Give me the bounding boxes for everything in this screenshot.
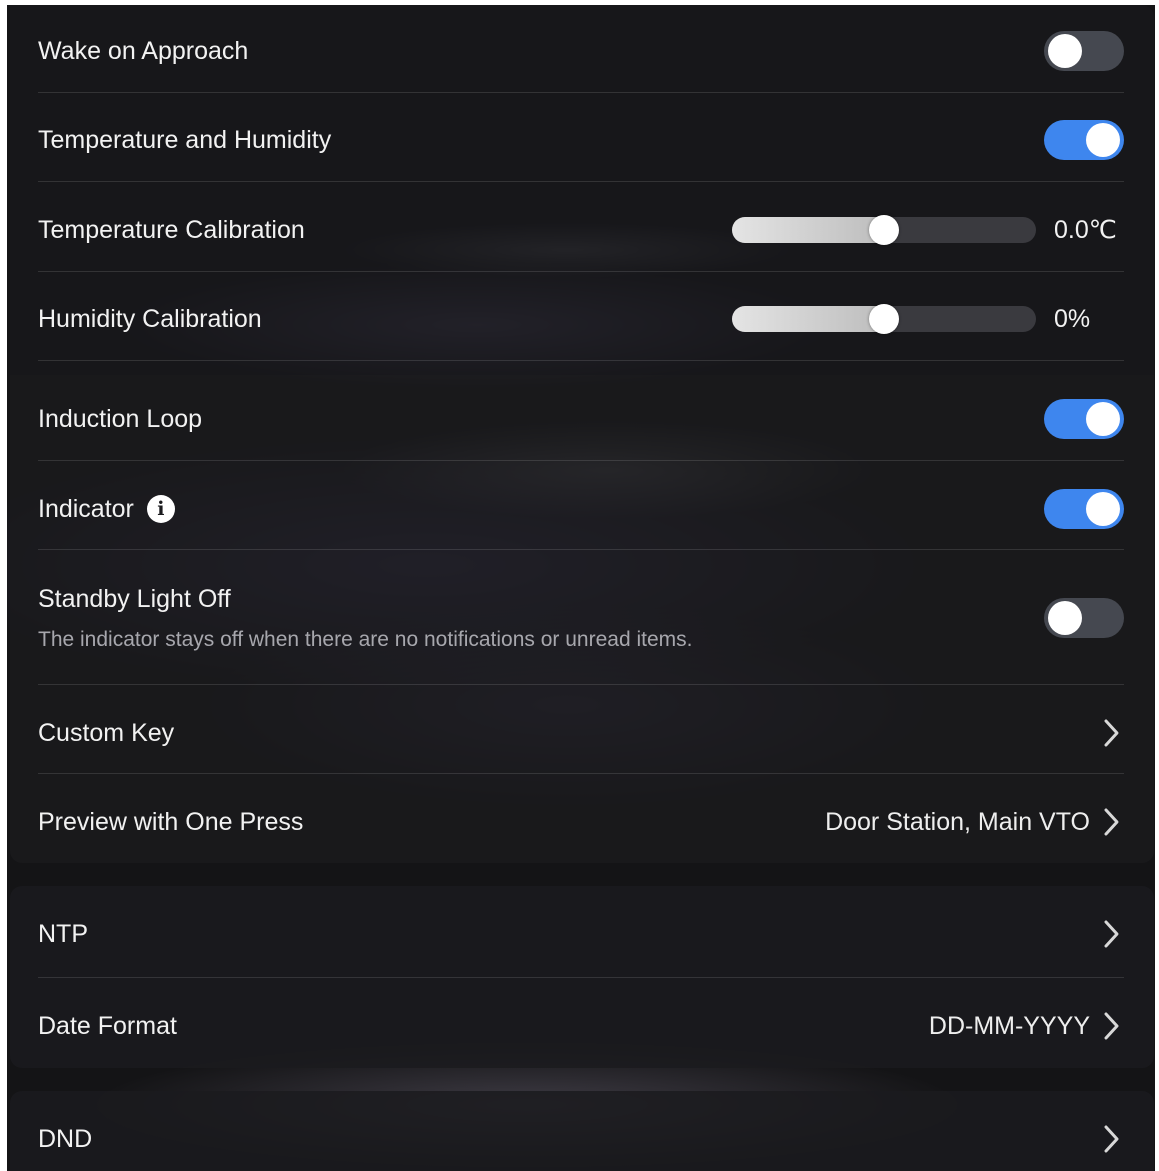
temperature-humidity-label: Temperature and Humidity [38, 125, 332, 154]
row-temperature-humidity[interactable]: Temperature and Humidity [38, 118, 1124, 162]
date-format-action: DD-MM-YYYY [929, 1009, 1124, 1043]
ntp-label: NTP [38, 919, 88, 948]
divider [38, 773, 1124, 774]
row-induction-loop[interactable]: Induction Loop [38, 397, 1124, 441]
temperature-calibration-control: 0.0℃ [732, 215, 1124, 245]
row-dnd[interactable]: DND [38, 1117, 1124, 1161]
toggle-knob [1048, 34, 1082, 68]
date-format-value: DD-MM-YYYY [928, 1011, 1090, 1040]
toggle-knob [1086, 492, 1120, 526]
row-preview-one-press[interactable]: Preview with One Press Door Station, Mai… [38, 800, 1124, 844]
temperature-humidity-toggle[interactable] [1044, 120, 1124, 160]
temperature-calibration-slider[interactable] [732, 215, 1036, 245]
row-custom-key[interactable]: Custom Key [38, 711, 1124, 755]
temperature-calibration-value: 0.0℃ [1054, 216, 1117, 244]
humidity-calibration-value: 0% [1054, 304, 1091, 333]
standby-light-off-text: Standby Light Off The indicator stays of… [38, 585, 1124, 652]
info-icon[interactable]: i [146, 495, 175, 523]
wake-on-approach-toggle[interactable] [1044, 31, 1124, 71]
row-standby-light-off[interactable]: Standby Light Off The indicator stays of… [38, 573, 1124, 663]
row-indicator[interactable]: Indicator i [38, 487, 1124, 531]
standby-light-off-description: The indicator stays off when there are n… [38, 627, 693, 651]
divider [38, 549, 1124, 550]
chevron-right-icon[interactable] [1098, 917, 1124, 951]
chevron-right-icon[interactable] [1098, 716, 1124, 750]
row-date-format[interactable]: Date Format DD-MM-YYYY [38, 1004, 1124, 1048]
preview-one-press-action: Door Station, Main VTO [825, 805, 1124, 839]
divider [38, 92, 1124, 93]
toggle-knob [1048, 601, 1082, 635]
divider [38, 360, 1124, 361]
divider [38, 181, 1124, 182]
ntp-action [1098, 917, 1124, 951]
slider-thumb[interactable] [869, 304, 899, 334]
settings-screen: Wake on Approach Temperature and Humidit… [7, 5, 1155, 1171]
induction-loop-toggle[interactable] [1044, 399, 1124, 439]
slider-fill [732, 306, 884, 332]
slider-fill [732, 217, 884, 243]
row-ntp[interactable]: NTP [38, 912, 1124, 956]
custom-key-action [1098, 716, 1124, 750]
standby-light-off-label: Standby Light Off [38, 584, 231, 613]
chevron-right-icon[interactable] [1098, 1122, 1124, 1156]
slider-thumb[interactable] [869, 215, 899, 245]
settings-card-dnd: DND [10, 1091, 1154, 1171]
settings-card-indicator: Induction Loop Indicator i Standby Light… [10, 375, 1154, 863]
preview-one-press-value: Door Station, Main VTO [825, 807, 1090, 836]
custom-key-label: Custom Key [38, 718, 175, 747]
divider [38, 977, 1124, 978]
chevron-right-icon[interactable] [1098, 1009, 1124, 1043]
indicator-toggle[interactable] [1044, 489, 1124, 529]
row-wake-on-approach[interactable]: Wake on Approach [38, 29, 1124, 73]
indicator-label: Indicator [38, 494, 134, 523]
settings-card-time: NTP Date Format DD-MM-YYYY [10, 886, 1154, 1068]
toggle-knob [1086, 123, 1120, 157]
humidity-calibration-control: 0% [732, 304, 1124, 334]
dnd-action [1098, 1122, 1124, 1156]
induction-loop-label: Induction Loop [38, 404, 203, 433]
wake-on-approach-label: Wake on Approach [38, 36, 249, 65]
humidity-calibration-slider[interactable] [732, 304, 1036, 334]
chevron-right-icon[interactable] [1098, 805, 1124, 839]
standby-light-off-toggle[interactable] [1044, 598, 1124, 638]
divider [38, 460, 1124, 461]
toggle-knob [1086, 402, 1120, 436]
row-temperature-calibration: Temperature Calibration 0.0℃ [38, 208, 1124, 252]
divider [38, 271, 1124, 272]
divider [38, 684, 1124, 685]
settings-card-display: Wake on Approach Temperature and Humidit… [10, 5, 1154, 375]
dnd-label: DND [38, 1124, 93, 1153]
row-humidity-calibration: Humidity Calibration 0% [38, 297, 1124, 341]
